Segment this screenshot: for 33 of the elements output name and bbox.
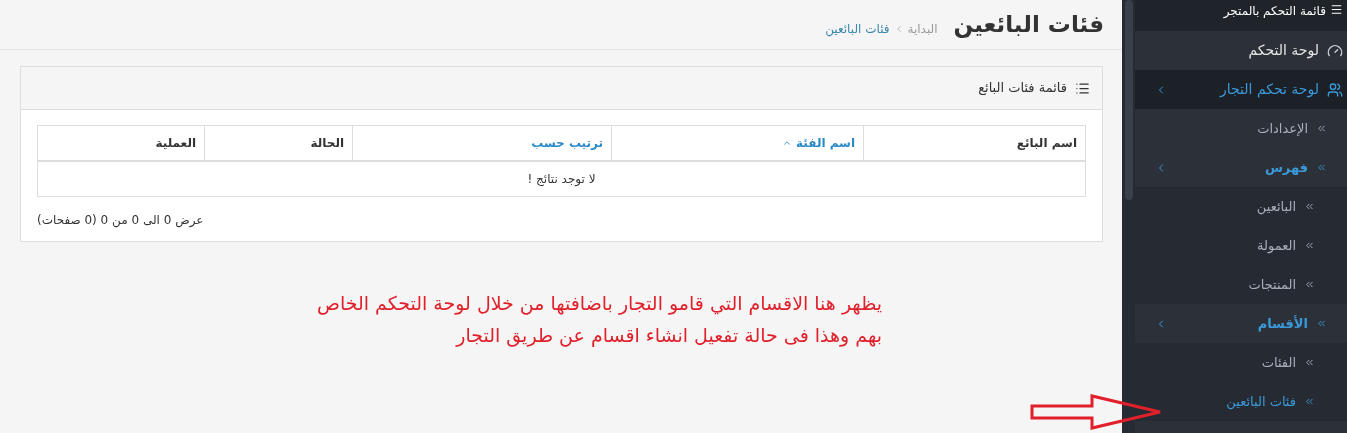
panel-header: قائمة فئات البائع [21, 67, 1102, 110]
double-chevron-icon [1316, 318, 1327, 329]
double-chevron-icon [1304, 279, 1315, 290]
sort-icon [782, 138, 793, 148]
double-chevron-icon [1316, 162, 1327, 173]
column-header: اسم البائع [863, 126, 1085, 160]
sidebar-item[interactable]: البائعين [1135, 187, 1347, 226]
annotation-text: بهم وهذا فى حالة تفعيل انشاء اقسام عن طريق التجار [454, 323, 882, 349]
sidebar-header: قائمة التحكم بالمتجر [1135, 0, 1347, 31]
users-icon [1327, 81, 1343, 98]
list-icon [1075, 80, 1090, 96]
double-chevron-icon [1304, 240, 1315, 251]
sidebar-item[interactable]: العمولة [1135, 226, 1347, 265]
arrow-icon [1030, 394, 1162, 430]
breadcrumb-link[interactable]: فئات البائعين [825, 19, 890, 38]
menu-icon [1330, 3, 1343, 16]
column-header[interactable]: ترتيب حسب [352, 126, 611, 160]
gauge-icon [1327, 42, 1343, 59]
sidebar-item[interactable]: المنتجات [1135, 265, 1347, 304]
sidebar-item[interactable]: الفئات [1135, 343, 1347, 382]
page-title: فئات البائعين [953, 10, 1104, 40]
column-header: العملية [154, 135, 197, 152]
double-chevron-icon [1304, 201, 1315, 212]
column-header: الحالة [204, 126, 352, 160]
annotation-text: يظهر هنا الاقسام التي قامو التجار باضافتها من خلال لوحة التحكم الخاص [316, 291, 882, 317]
double-chevron-icon [1304, 357, 1315, 368]
empty-message: لا توجد نتائج ! [526, 171, 597, 188]
sidebar-item[interactable]: لوحة تحكم التجار [1135, 70, 1347, 109]
sidebar-item[interactable]: فئات البائعين [1135, 382, 1347, 421]
double-chevron-icon [1304, 396, 1315, 407]
double-chevron-icon [1316, 123, 1327, 134]
pagination-info: عرض 0 الى 0 من 0 (0 صفحات) [37, 212, 204, 229]
column-header[interactable]: اسم الفئة [611, 126, 863, 160]
